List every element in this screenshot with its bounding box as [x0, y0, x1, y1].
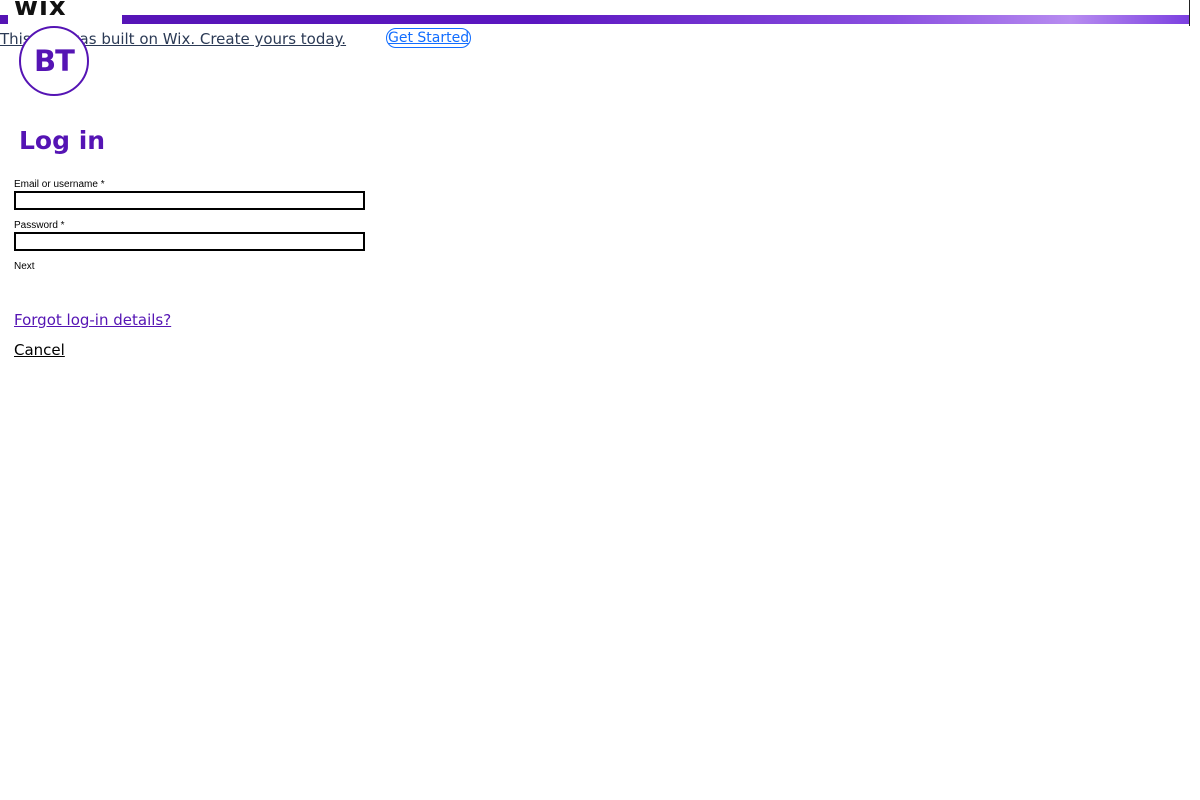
page-title: Log in: [19, 126, 106, 155]
password-label: Password *: [14, 220, 65, 231]
bt-logo: BT: [19, 26, 89, 96]
login-page: This site was built on Wix. Create yours…: [0, 0, 1200, 800]
forgot-login-link[interactable]: Forgot log-in details?: [14, 311, 171, 329]
email-field[interactable]: [14, 191, 365, 210]
password-field[interactable]: [14, 232, 365, 251]
email-label: Email or username *: [14, 179, 105, 190]
wix-banner-divider: [1189, 0, 1190, 26]
wix-banner-bar: [0, 15, 1190, 24]
wix-logo: wix: [14, 0, 67, 22]
next-button[interactable]: Next: [14, 261, 35, 272]
get-started-button[interactable]: Get Started: [386, 28, 472, 48]
cancel-link[interactable]: Cancel: [14, 341, 65, 359]
wix-logo-container[interactable]: wix: [8, 0, 122, 24]
bt-logo-text: BT: [34, 44, 75, 78]
